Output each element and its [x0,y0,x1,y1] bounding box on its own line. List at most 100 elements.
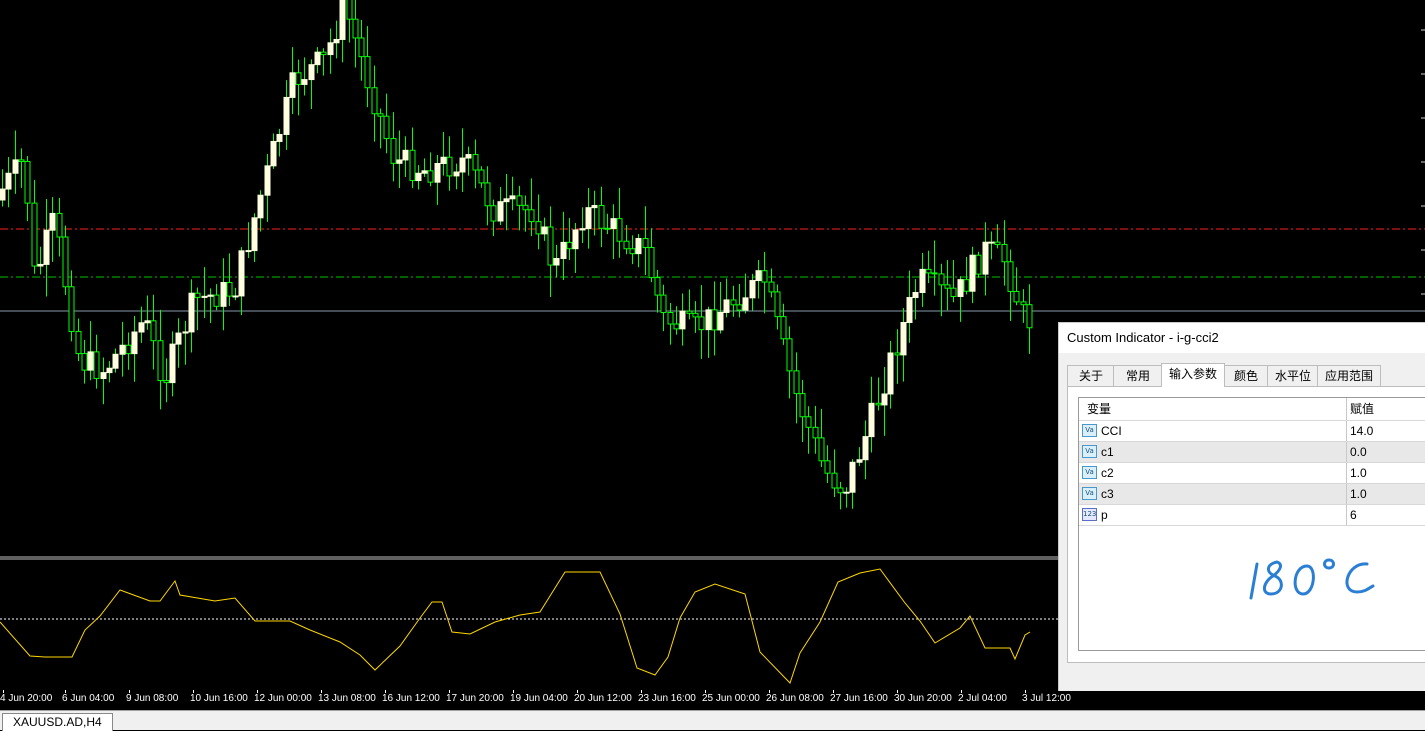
parameters-table[interactable]: 变量 赋值 Va CCI 14.0 Va c1 0.0 Va c2 1.0 Va… [1078,397,1425,651]
candle [730,285,737,317]
candle [1026,284,1033,354]
candle [736,283,743,318]
candle [270,133,277,169]
candle [711,281,718,356]
candle [314,47,321,74]
tab-inputs[interactable]: 输入参数 [1161,363,1225,387]
candle [912,279,919,320]
candle [257,190,264,232]
table-row[interactable]: Va c1 0.0 [1079,442,1425,463]
candle [276,128,283,157]
candle [472,139,479,189]
candle [1020,289,1027,323]
candle [931,240,938,296]
candle [238,247,245,316]
candle [12,130,19,194]
candle [93,334,100,389]
table-row[interactable]: 123 p 6 [1079,505,1425,526]
candle [188,279,195,353]
candle [377,108,384,149]
candle [1013,267,1020,306]
table-row[interactable]: Va CCI 14.0 [1079,421,1425,442]
tab-about[interactable]: 关于 [1067,365,1115,386]
candle [409,127,416,189]
candle [509,176,516,211]
candle [887,340,894,409]
candle [465,146,472,176]
candle [698,285,705,359]
param-value[interactable]: 0.0 [1350,442,1367,462]
candle [62,225,69,295]
candle [894,329,901,384]
candle [24,156,31,222]
param-value[interactable]: 6 [1350,505,1357,525]
candle [503,173,510,231]
handwritten-annotation [1249,558,1375,600]
candle [434,154,441,205]
candle [358,20,365,81]
candle [535,194,542,250]
candle [56,197,63,257]
param-value[interactable]: 1.0 [1350,484,1367,504]
candle [862,420,869,480]
candle [157,309,164,410]
tab-levels[interactable]: 水平位 [1267,365,1319,386]
candle [308,59,315,110]
candle [686,289,693,320]
candle [793,352,800,424]
candle [705,306,712,358]
candle [566,218,573,260]
candle [925,250,932,284]
candle [478,166,485,188]
tab-colors[interactable]: 颜色 [1223,365,1269,386]
table-row[interactable]: Va c2 1.0 [1079,463,1425,484]
candle [415,165,422,190]
candle [339,0,346,63]
variable-int-icon: 123 [1082,508,1097,521]
param-name: p [1101,508,1108,522]
candle [616,187,623,258]
candle [528,178,535,237]
cci-line [0,568,1031,684]
candle [201,267,208,319]
candle [522,195,529,232]
time-label: 23 Jun 16:00 [638,693,696,704]
time-label: 3 Jul 12:00 [1022,693,1071,704]
candle [207,288,214,324]
time-label: 20 Jun 12:00 [574,693,632,704]
inputs-panel: 变量 赋值 Va CCI 14.0 Va c1 0.0 Va c2 1.0 Va… [1067,386,1425,663]
candle [490,199,497,237]
candle [106,361,113,383]
candle [881,367,888,436]
candle [786,326,793,399]
candle [301,57,308,96]
column-variable[interactable]: 变量 [1087,398,1111,420]
candle [440,132,447,176]
tab-visualization[interactable]: 应用范围 [1317,365,1381,386]
candle [182,320,189,365]
candle [43,199,50,297]
tab-common[interactable]: 常用 [1113,365,1163,386]
candle [402,136,409,177]
candle [553,244,560,278]
candle [629,235,636,265]
table-row[interactable]: Va c3 1.0 [1079,484,1425,505]
candle [660,284,667,332]
variable-double-icon: Va [1082,466,1097,479]
variable-double-icon: Va [1082,445,1097,458]
chart-tab-xauusd[interactable]: XAUUSD.AD,H4 [2,713,113,731]
candle [112,348,119,373]
time-label: 4 Jun 20:00 [0,693,53,704]
candle [371,65,378,142]
candle [749,273,756,311]
candle [327,28,334,74]
candle [131,315,138,382]
candle [604,213,611,235]
candle [87,321,94,381]
param-name: c3 [1101,487,1114,501]
candle [68,270,75,342]
param-value[interactable]: 14.0 [1350,421,1373,441]
param-value[interactable]: 1.0 [1350,463,1367,483]
column-value[interactable]: 赋值 [1350,398,1374,420]
candle [900,308,907,382]
